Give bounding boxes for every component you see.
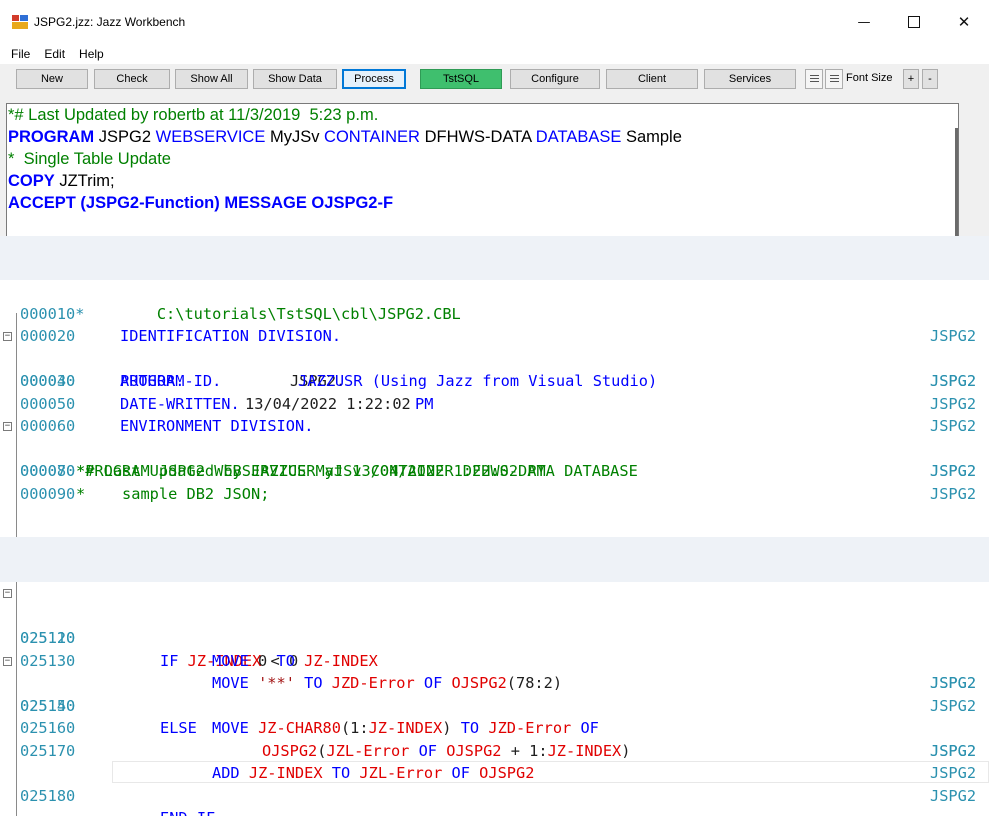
code-line: − 025140 ELSE JSPG2 — [3, 655, 977, 760]
close-icon: ✕ — [957, 13, 971, 31]
editor-line: COPY JZTrim; — [8, 172, 115, 190]
cobol-code-pane-header[interactable]: 000010* C:\tutorials\TstSQL\cbl\JSPG2.CB… — [0, 280, 989, 537]
client-button[interactable]: Client — [606, 69, 698, 89]
menu-edit[interactable]: Edit — [37, 47, 72, 61]
outdent-icon[interactable] — [805, 69, 823, 89]
window-title: JSPG2.jzz: Jazz Workbench — [34, 15, 186, 29]
code-line: 000020 IDENTIFICATION DIVISION. JSPG2 — [20, 327, 977, 345]
maximize-button[interactable] — [889, 0, 939, 44]
jazz-source-editor[interactable]: *# Last Updated by robertb at 11/3/2019 … — [6, 103, 959, 236]
collapse-icon[interactable]: − — [3, 332, 12, 341]
code-line: − 000030 PROGRAM-ID. JSPG2. JSPG2 — [3, 331, 977, 390]
editor-line: PROGRAM JSPG2 WEBSERVICE MyJSv CONTAINER… — [8, 128, 682, 146]
show-data-button[interactable]: Show Data — [253, 69, 337, 89]
close-button[interactable]: ✕ — [939, 0, 989, 44]
check-button[interactable]: Check — [94, 69, 170, 89]
editor-line: ACCEPT (JSPG2-Function) MESSAGE OJSPG2-F — [8, 194, 394, 212]
code-line: 000050 DATE-WRITTEN. 13/04/2022 1:22:02 PM J… — [20, 394, 977, 413]
jazz-workbench-window: JSPG2.jzz: Jazz Workbench — ✕ File Edit … — [0, 0, 989, 236]
maximize-icon — [908, 16, 920, 28]
collapse-icon[interactable]: − — [3, 656, 12, 666]
code-line: − 025110 IF JZ-INDEX < 0 JSPG2 — [3, 588, 977, 692]
code-line: 000060 ENVIRONMENT DIVISION. JSPG2 — [20, 417, 977, 435]
services-button[interactable]: Services — [704, 69, 796, 89]
menu-bar: File Edit Help — [0, 44, 989, 64]
minimize-icon: — — [857, 14, 871, 30]
code-line: 025170 ADD JZ-INDEX TO JZL-Error OF OJSP… — [20, 741, 977, 805]
code-line: 000090 * sample DB2 JSON; JSPG2 — [20, 484, 977, 503]
cobol-code-pane-procedure[interactable]: − 025110 IF JZ-INDEX < 0 JSPG2 025120 MO… — [0, 582, 989, 816]
menu-file[interactable]: File — [4, 47, 37, 61]
code-line: 025160 OJSPG2(JZL-Error OF OJSPG2 + 1:JZ… — [20, 719, 977, 782]
code-line: 025130 MOVE '**' TO JZD-Error OF OJSPG2(… — [20, 651, 977, 715]
code-line: 025180 END-IF. JSPG2 — [20, 786, 224, 816]
code-line: 025150 MOVE JZ-CHAR80(1:JZ-INDEX) TO JZD… — [20, 696, 977, 760]
app-icon — [12, 15, 28, 29]
editor-line: *# Last Updated by robertb at 11/3/2019 … — [8, 106, 379, 124]
configure-button[interactable]: Configure — [510, 69, 600, 89]
new-button[interactable]: New — [16, 69, 88, 89]
font-size-label: Font Size — [846, 72, 893, 84]
code-line: 000080 *PROGRAM JSPG2 WEBSERVICE MyJSv CO… — [20, 462, 977, 480]
font-increase-button[interactable]: + — [903, 69, 919, 89]
code-line: 000010* C:\tutorials\TstSQL\cbl\JSPG2.CB… — [20, 304, 461, 323]
toolbar: New Check Show All Show Data Process Tst… — [0, 64, 989, 94]
editor-line: * Single Table Update — [8, 150, 171, 168]
font-decrease-button[interactable]: - — [922, 69, 938, 89]
indent-icon[interactable] — [825, 69, 843, 89]
code-line: 000040 AUTHOR. JAZZUSR (Using Jazz from Vi… — [20, 372, 977, 390]
process-button[interactable]: Process — [342, 69, 406, 89]
show-all-button[interactable]: Show All — [175, 69, 248, 89]
menu-help[interactable]: Help — [72, 47, 111, 61]
tstsql-button[interactable]: TstSQL — [420, 69, 502, 89]
collapse-icon[interactable]: − — [3, 422, 12, 431]
code-line: 025120 MOVE 0 TO JZ-INDEX JSPG2 — [20, 629, 977, 692]
code-line: − 000070 *# Last Updated by JAZZUSR at 13… — [3, 421, 977, 480]
collapse-icon[interactable]: − — [3, 589, 12, 598]
minimize-button[interactable]: — — [839, 0, 889, 44]
title-bar: JSPG2.jzz: Jazz Workbench — ✕ — [0, 0, 989, 44]
vertical-scrollbar[interactable] — [955, 128, 958, 236]
